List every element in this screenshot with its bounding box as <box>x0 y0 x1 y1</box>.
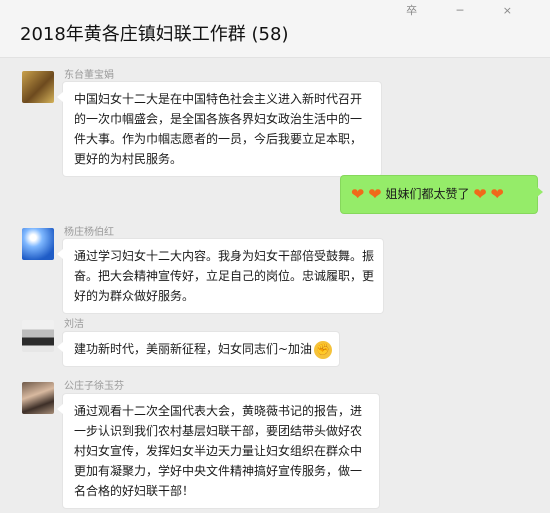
user-avatar-icon[interactable] <box>22 382 54 414</box>
message-text: 建功新时代，美丽新征程，妇女同志们~加油 <box>74 342 313 356</box>
sender-name: 刘洁 <box>64 319 84 330</box>
heart-emoji-icon: ❤ <box>351 184 365 204</box>
message-bubble[interactable]: 通过学习妇女十二大内容。我身为妇女干部倍受鼓舞。振奋。把大会精神宣传好，立足自己… <box>57 238 384 314</box>
user-avatar-icon[interactable] <box>22 320 54 352</box>
heart-emoji-icon: ❤ <box>368 184 382 204</box>
chat-area[interactable]: 东台董宝娟 中国妇女十二大是在中国特色社会主义进入新时代召开的一次巾帼盛会，是全… <box>0 58 550 513</box>
heart-emoji-icon: ❤ <box>490 184 504 204</box>
window-controls[interactable]: 卒 ─ × <box>406 2 530 18</box>
title-bar: 2018年黄各庄镇妇联工作群 (58) 卒 ─ × <box>0 0 550 58</box>
message-bubble[interactable]: 通过观看十二次全国代表大会，黄晓薇书记的报告，进一步认识到我们农村基层妇联干部，… <box>57 393 380 509</box>
sender-name: 杨庄杨伯红 <box>64 227 114 238</box>
message-text: 姐妹们都太赞了 <box>385 187 470 201</box>
sender-name: 东台董宝娟 <box>64 70 114 81</box>
self-message-bubble[interactable]: ❤ ❤ 姐妹们都太赞了 ❤ ❤ <box>340 175 543 214</box>
chat-title: 2018年黄各庄镇妇联工作群 (58) <box>20 24 289 45</box>
sender-name: 公庄子徐玉芬 <box>64 381 124 392</box>
message-bubble[interactable]: 建功新时代，美丽新征程，妇女同志们~加油 ✊ <box>57 331 340 367</box>
heart-emoji-icon: ❤ <box>473 184 487 204</box>
user-avatar-icon[interactable] <box>22 228 54 260</box>
message-bubble[interactable]: 中国妇女十二大是在中国特色社会主义进入新时代召开的一次巾帼盛会，是全国各族各界妇… <box>57 81 382 177</box>
user-avatar-icon[interactable] <box>22 71 54 103</box>
clap-emoji-icon: ✊ <box>314 340 333 359</box>
